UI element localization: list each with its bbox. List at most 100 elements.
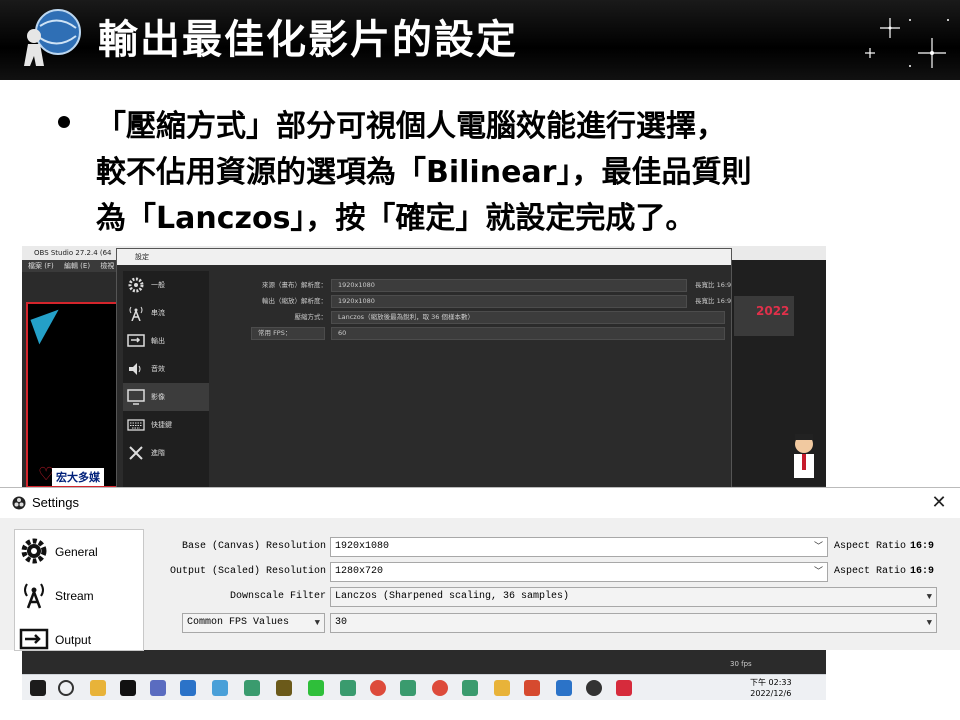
fps-type-select[interactable]: 常用 FPS： [251,327,325,340]
close-icon[interactable]: ✕ [928,492,950,514]
aspect-ratio-text: 長寬比 16:9 [695,297,732,305]
output-icon [127,334,145,347]
tiktok-icon[interactable] [120,680,136,696]
downscale-filter-select[interactable]: Lanczos (Sharpened scaling, 36 samples) … [330,587,937,607]
base-resolution-combo[interactable]: 1920x1080 [331,279,687,292]
speaker-icon [129,363,141,375]
slide-header: 輸出最佳化影片的設定 [0,0,960,80]
sidebar-item-video[interactable]: 影像 [123,383,209,411]
dark-settings-title: 設定 [117,249,731,265]
chevron-down-icon: ﹀ [813,542,823,552]
tools-icon [129,446,143,460]
app-icon[interactable] [212,680,228,696]
chrome-icon[interactable] [370,680,386,696]
sidebar-item-label: 進階 [151,449,165,457]
app-icon[interactable] [400,680,416,696]
sparkle-decoration-icon [865,18,949,68]
bullet-line: 為「Lanczos」，按「確定」就設定完成了。 [96,201,696,236]
fps-value-select[interactable]: 30 ▼ [330,613,937,633]
sidebar-item-label: Output [55,633,92,647]
app-icon[interactable] [340,680,356,696]
base-resolution-label: Base (Canvas) Resolution [181,541,326,552]
chevron-down-icon: ﹀ [813,567,823,577]
menu-edit[interactable]: 編輯 (E) [64,262,90,270]
dropdown-arrow-icon: ▼ [926,592,932,602]
settings-titlebar: Settings ✕ [0,488,960,518]
line-icon[interactable] [308,680,324,696]
obs-icon [12,496,26,510]
base-resolution-combo[interactable]: 1920x1080 ﹀ [330,537,828,557]
search-icon[interactable] [58,680,74,696]
app-icon[interactable] [180,680,196,696]
base-resolution-value: 1920x1080 [335,541,390,552]
app-icon[interactable] [524,680,540,696]
gear-icon [128,277,144,293]
sidebar-item-label: 影像 [151,393,165,401]
sidebar-item-advanced[interactable]: 進階 [123,439,209,467]
sidebar-item-audio[interactable]: 音效 [123,355,209,383]
output-resolution-label: 輸出（縮放）解析度： [262,297,327,305]
settings-title: Settings [32,495,79,510]
downscale-filter-select[interactable]: Lanczos（縮放後最為銳利，取 36 個樣本數） [331,311,725,324]
dropdown-arrow-icon: ▼ [314,618,320,628]
clock-date: 2022/12/6 [750,689,792,698]
year-text: 2022 [756,304,790,318]
sidebar-item-stream[interactable]: 串流 [123,299,209,327]
dark-settings-dialog: 設定 一般 串流 輸出 音效 影像 快捷鍵 進階 來源（畫布）解析度： 1920… [116,248,732,488]
antenna-icon [129,306,143,321]
folder-icon[interactable] [90,680,106,696]
app-icon[interactable] [556,680,572,696]
fireworks-icon[interactable] [276,680,292,696]
app-icon[interactable] [244,680,260,696]
sidebar-item-output[interactable]: 輸出 [123,327,209,355]
fps-type-select[interactable]: Common FPS Values ▼ [182,613,325,633]
base-resolution-label: 來源（畫布）解析度： [262,281,327,289]
folder-icon[interactable] [494,680,510,696]
menu-file[interactable]: 檔案 (F) [28,262,54,270]
downscale-filter-label: 壓縮方式： [294,313,328,321]
sidebar-item-output[interactable]: Output [15,618,143,662]
app-icon[interactable] [616,680,632,696]
fps-value-select[interactable]: 60 [331,327,725,340]
clock-time: 下午 02:33 [750,678,792,687]
aspect-ratio-text: Aspect Ratio 16:9 [834,541,935,552]
fps-type-value: Common FPS Values [187,617,290,628]
app-icon[interactable] [462,680,478,696]
globe-person-logo-icon [24,9,81,66]
sidebar-item-hotkeys[interactable]: 快捷鍵 [123,411,209,439]
fps-status: 30 fps [730,660,752,668]
output-resolution-combo[interactable]: 1920x1080 [331,295,687,308]
dropdown-arrow-icon: ▼ [926,618,932,628]
preview-banner: 宏大多媒 [52,468,104,486]
sidebar-item-label: 音效 [151,365,165,373]
output-resolution-label: Output (Scaled) Resolution [169,566,326,577]
settings-dialog: Settings ✕ General Stream Output Base (C… [0,487,960,651]
start-icon[interactable] [30,680,46,696]
aspect-ratio-text: Aspect Ratio 16:9 [834,566,935,577]
bullet-line: 「壓縮方式」部分可視個人電腦效能進行選擇， [96,109,726,144]
slide-title: 輸出最佳化影片的設定 [98,17,518,63]
bullet-text: 「壓縮方式」部分可視個人電腦效能進行選擇， 較不佔用資源的選項為「Bilinea… [96,104,916,242]
bullet-dot [58,116,70,128]
obs-icon[interactable] [586,680,602,696]
sidebar-item-general[interactable]: 一般 [123,271,209,299]
taskbar-clock[interactable]: 下午 02:33 2022/12/6 [750,677,792,699]
fps-value: 30 [335,617,348,628]
output-resolution-combo[interactable]: 1280x720 ﹀ [330,562,828,582]
windows-taskbar: 下午 02:33 2022/12/6 [22,674,826,700]
downscale-filter-value: Lanczos (Sharpened scaling, 36 samples) [335,591,570,602]
keyboard-icon [127,419,145,431]
app-icon[interactable] [150,680,166,696]
sidebar-item-label: 串流 [151,309,165,317]
sidebar-item-label: 一般 [151,281,165,289]
sidebar-item-label: 快捷鍵 [151,421,172,429]
output-icon [19,628,49,650]
downscale-filter-label: Downscale Filter [229,591,326,602]
triangle-graphic [30,309,68,345]
output-resolution-value: 1280x720 [335,566,384,577]
menu-view[interactable]: 檢視 [100,262,114,270]
monitor-icon [127,389,145,405]
sidebar-item-label: 輸出 [151,337,165,345]
aspect-ratio-text: 長寬比 16:9 [695,281,732,289]
chrome-icon[interactable] [432,680,448,696]
